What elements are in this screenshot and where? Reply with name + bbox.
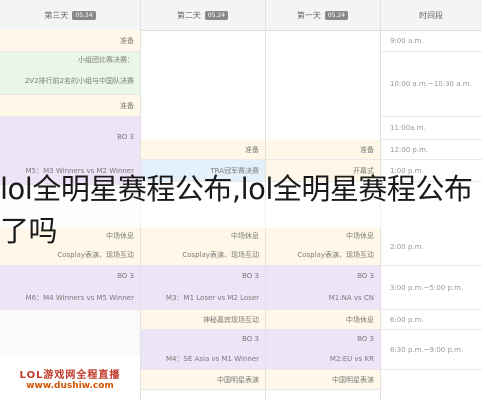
logo-line1: LOL游戏网全程直播 [19, 369, 121, 381]
d3-ready: 准备 [0, 30, 140, 52]
time-row: 6:30 p.m.~9:00 p.m. [380, 330, 482, 370]
header-day1-label: 第一天 [296, 10, 321, 20]
time-row: 11:00a.m. [380, 117, 482, 140]
d1-half2: 中场休息 [265, 310, 380, 330]
d3-bo3-b: BO 3 [0, 266, 140, 286]
d3-group-detail: 2V2排行前2名的小组与中国队决赛 [0, 68, 140, 95]
d3-ready2: 准备 [0, 95, 140, 117]
d1-china-show: 中国明星表演 [265, 370, 380, 390]
header-day3: 第三天 05.24 [0, 0, 140, 31]
time-row: 9:00 a.m. [380, 30, 482, 52]
header-day2: 第二天 05.24 [140, 0, 265, 31]
time-row: 10:00 a.m.~10:30 a.m. [380, 52, 482, 117]
d2-bo3-b: BO 3 [140, 266, 265, 286]
d2-m4: M4：SE Asia vs M1 Winner [140, 348, 265, 370]
d2-ready: 准备 [140, 140, 265, 160]
site-logo: LOL游戏网全程直播 www.dushiw.com [0, 356, 140, 400]
d2-m3: M3：M1 Loser vs M2 Loser [140, 286, 265, 310]
d2-fansign: 神秘嘉宾现场互动 [140, 310, 265, 330]
header-day1-badge: 05.24 [324, 10, 349, 20]
time-row: 12:00 p.m. [380, 140, 482, 160]
d2-china-show: 中国明星表演 [140, 370, 265, 390]
d1-m1: M1:NA vs CN [265, 286, 380, 310]
d3-group-draw: 小组团比赛决赛： [0, 52, 140, 68]
d3-m6: M6：M4 Winners vs M5 Winner [0, 286, 140, 310]
d1-bo3-b: BO 3 [265, 330, 380, 348]
d1-bo3-a: BO 3 [265, 266, 380, 286]
header-day1: 第一天 05.24 [265, 0, 380, 31]
d2-bo3-c: BO 3 [140, 330, 265, 348]
d1-ready: 准备 [265, 140, 380, 160]
header-day3-label: 第三天 [44, 10, 69, 20]
header-day2-badge: 05.24 [204, 10, 229, 20]
time-row: 6:00 p.m. [380, 310, 482, 330]
d1-m2: M2:EU vs KR [265, 348, 380, 370]
logo-line2: www.dushiw.com [26, 380, 114, 391]
header-day2-label: 第二天 [176, 10, 201, 20]
overlay-caption: lol全明星赛程公布,lol全明星赛程公布了吗 [0, 172, 482, 248]
time-row: 3:00 p.m.~5:00 p.m. [380, 266, 482, 310]
header-time: 时间段 [380, 0, 482, 31]
d3-bo3-a: BO 3 [0, 117, 140, 157]
header-day3-badge: 05.24 [72, 10, 96, 20]
